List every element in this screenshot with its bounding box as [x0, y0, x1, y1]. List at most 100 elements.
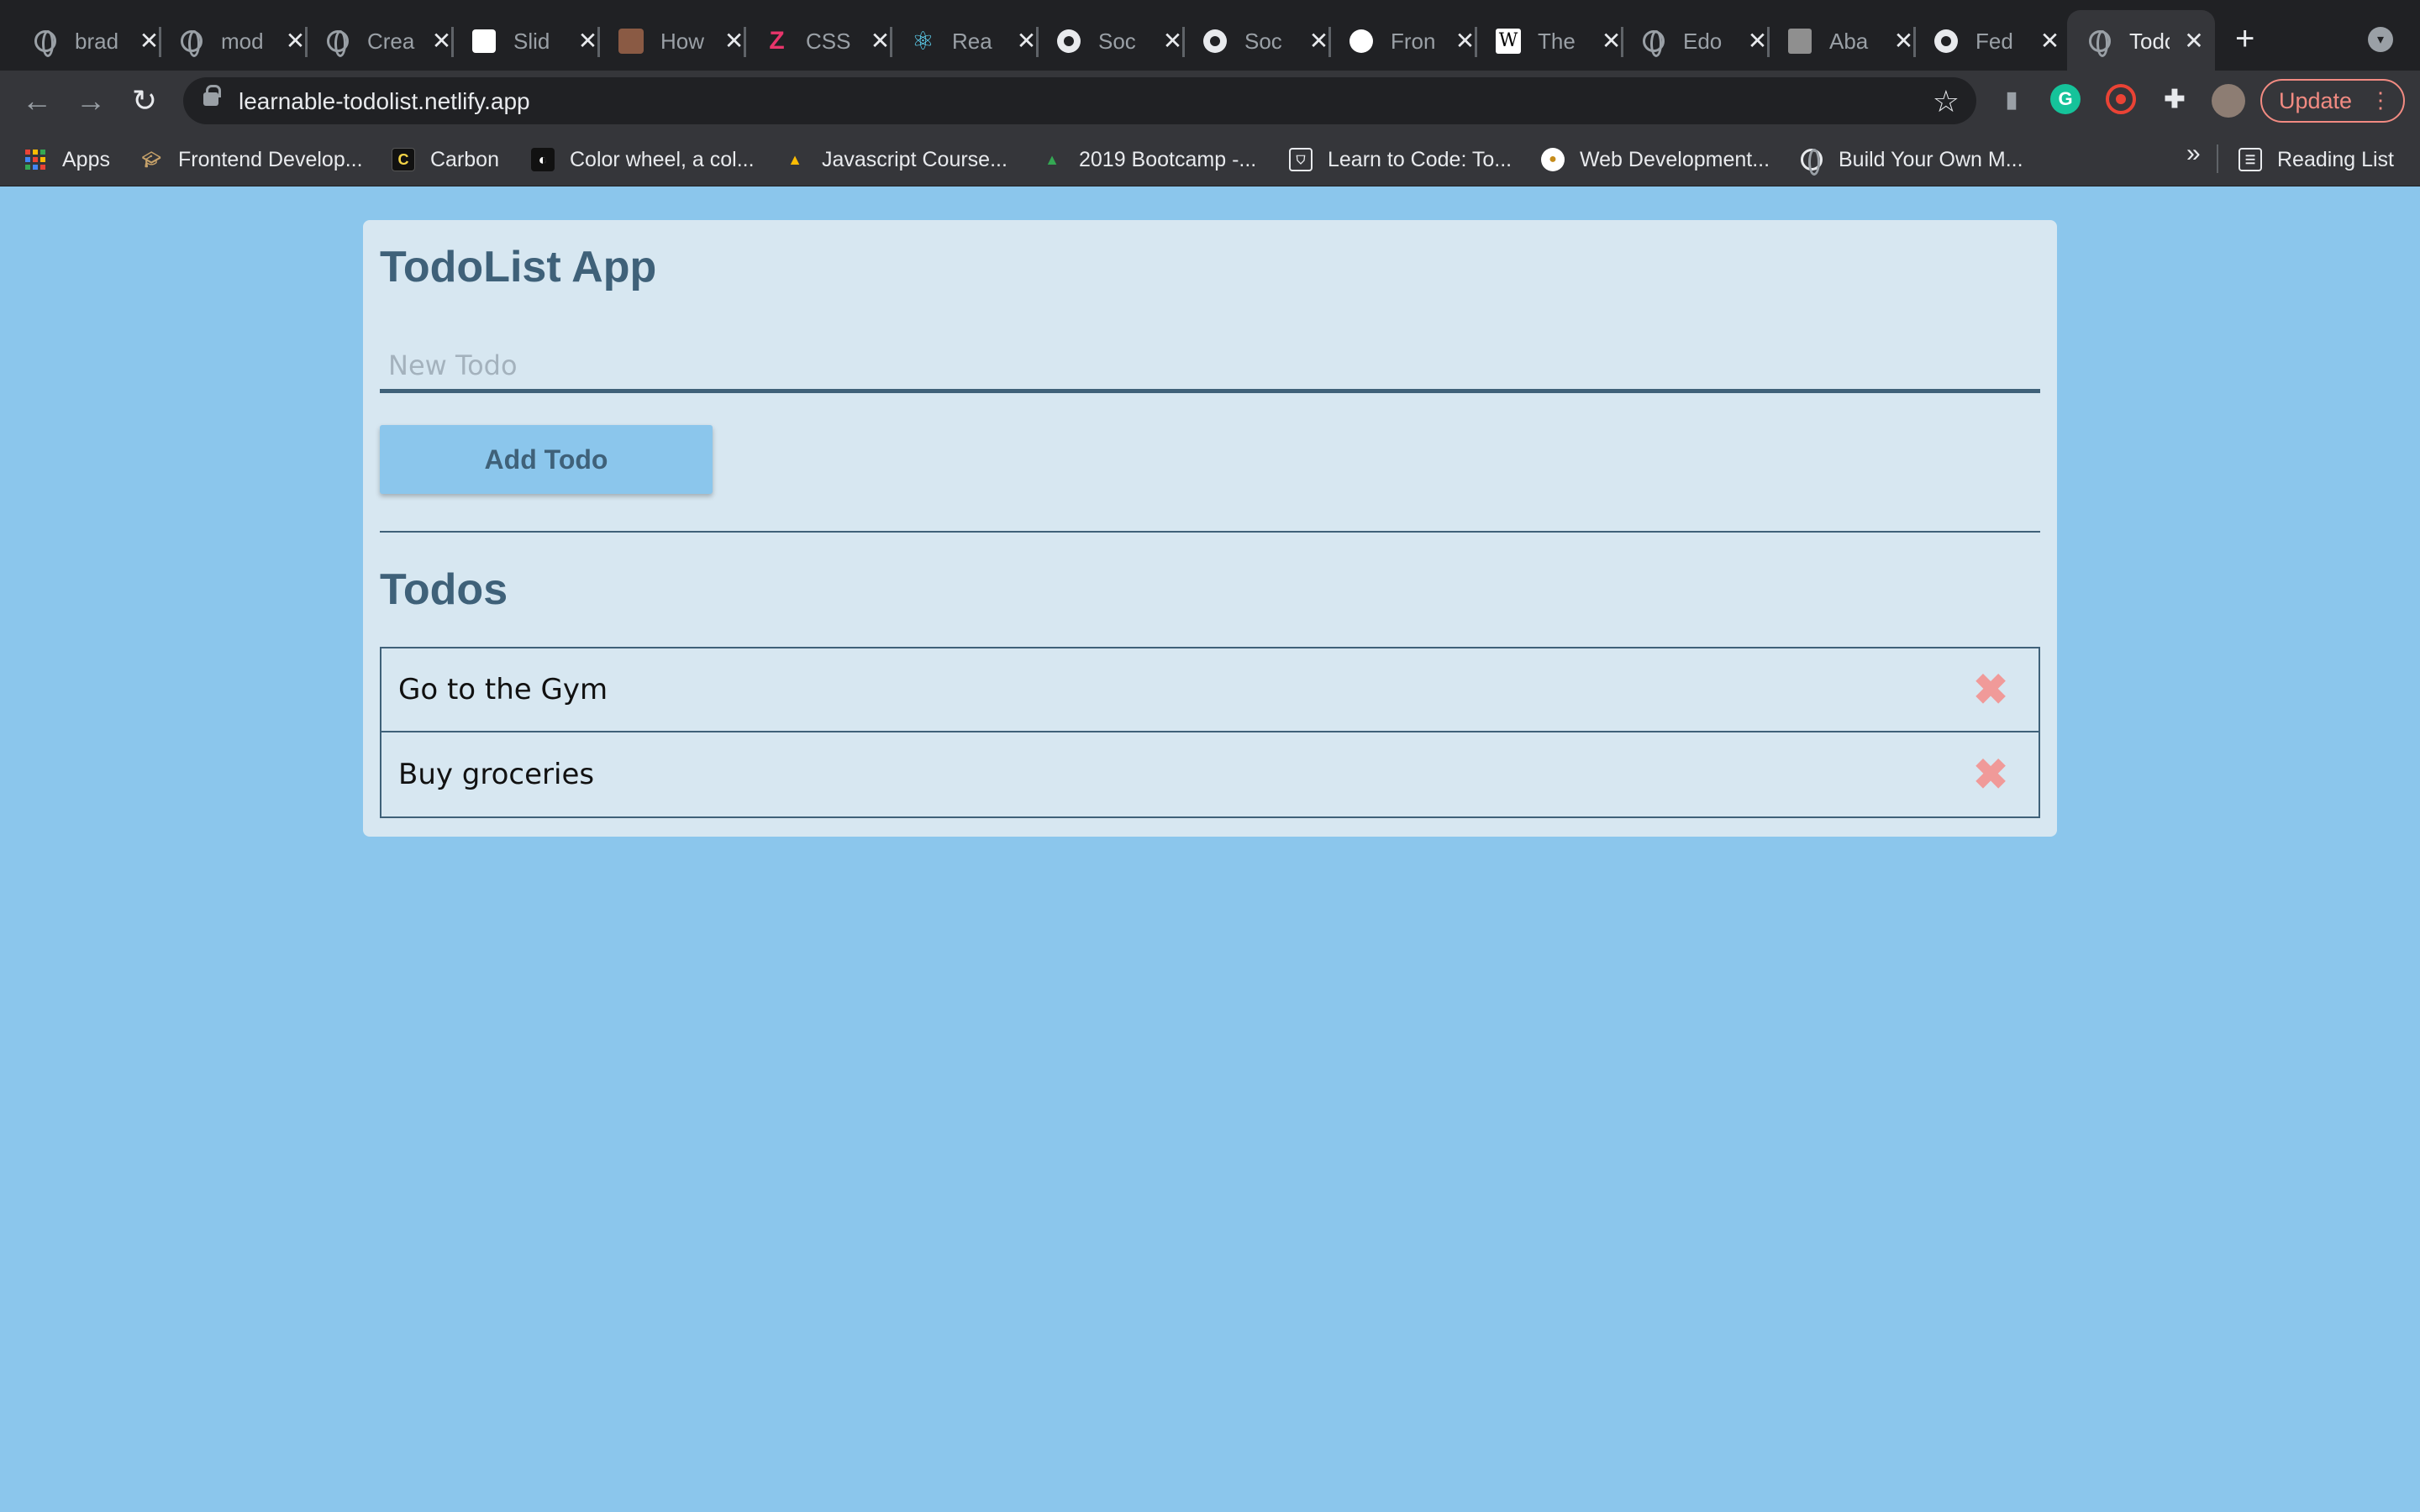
tab-title: Soc — [1097, 28, 1136, 54]
url-text[interactable]: learnable-todolist.netlify.app — [239, 88, 530, 115]
bookmark-item[interactable]: ▲ Javascript Course... — [783, 146, 1007, 173]
bookmark-label: Build Your Own M... — [1839, 147, 2023, 171]
address-bar[interactable]: learnable-todolist.netlify.app ☆ — [183, 77, 1976, 124]
bookmark-item[interactable]: ▲ 2019 Bootcamp -... — [1040, 146, 1256, 173]
tab-title: CSS — [805, 28, 851, 54]
lock-icon — [203, 85, 221, 106]
tab-title: mod — [220, 28, 264, 54]
globe-icon — [34, 29, 58, 57]
tab-title: The — [1538, 28, 1576, 54]
photo-icon — [1788, 29, 1812, 54]
shield-icon: ⛉ — [1289, 148, 1313, 171]
tab-title: Todo — [2129, 28, 2170, 54]
more-menu-icon: ⋮ — [2370, 87, 2391, 113]
back-arrow-icon[interactable]: ← — [20, 84, 54, 118]
tab-strip: brad ✕ mod ✕ Crea ✕ Slid ✕ How ✕ Z CSS ✕… — [0, 0, 2420, 72]
browser-tab[interactable]: brad ✕ — [0, 10, 161, 72]
bookmarks-bar: Apps 🎓︎ Frontend Develop... C Carbon ◐ C… — [0, 131, 2420, 186]
codepen-icon — [472, 29, 497, 54]
todo-text: Buy groceries — [398, 758, 595, 791]
tab-title: How — [660, 28, 705, 54]
browser-tab[interactable]: W The ✕ — [1462, 10, 1623, 72]
tab-title: brad — [74, 28, 119, 54]
bookmark-item[interactable]: ⛉ Learn to Code: To... — [1289, 146, 1512, 173]
reading-list[interactable]: ☰ Reading List — [2238, 146, 2394, 173]
record-icon[interactable] — [2106, 84, 2136, 114]
close-tab-icon[interactable]: ✕ — [2039, 29, 2060, 53]
bookmark-label: Javascript Course... — [822, 147, 1007, 171]
github-icon — [1203, 29, 1228, 54]
bookmark-label: 2019 Bootcamp -... — [1079, 147, 1257, 171]
browser-tab[interactable]: Slid ✕ — [439, 10, 600, 72]
todo-text: Go to the Gym — [398, 673, 608, 706]
browser-tab[interactable]: Soc ✕ — [1170, 10, 1331, 72]
tab-title: Slid — [513, 28, 550, 54]
browser-tab-active[interactable]: Todo ✕ — [2067, 10, 2215, 72]
browser-tab[interactable]: Soc ✕ — [1023, 10, 1185, 72]
browser-tab[interactable]: Aba ✕ — [1754, 10, 1916, 72]
bookmark-item[interactable]: 🎓︎ Frontend Develop... — [139, 146, 363, 173]
bookmark-item[interactable]: C Carbon — [392, 146, 499, 173]
tab-search-icon[interactable]: ▾ — [2368, 27, 2393, 52]
globe-icon — [1642, 29, 1666, 57]
globe-icon — [180, 29, 204, 57]
carbon-icon: C — [392, 148, 415, 171]
bookmarks-overflow-icon[interactable]: » — [2186, 139, 2201, 168]
bookmark-item[interactable]: ◐ Color wheel, a col... — [531, 146, 755, 173]
bookmarks-divider — [2217, 144, 2218, 173]
extension-icon[interactable]: ▮ — [1996, 84, 2027, 114]
bookmark-label: Carbon — [430, 147, 499, 171]
tab-title: Crea — [366, 28, 415, 54]
new-tab-icon[interactable]: + — [2235, 22, 2254, 55]
tab-title: Fed — [1975, 28, 2013, 54]
reload-icon[interactable]: ↻ — [128, 84, 161, 118]
react-icon: ⚛ — [912, 27, 934, 55]
github-icon — [1057, 29, 1081, 54]
browser-tab[interactable]: Crea ✕ — [292, 10, 454, 72]
globe-icon — [326, 29, 350, 57]
tab-title: Aba — [1828, 28, 1869, 54]
delete-x-icon[interactable]: ✖ — [1973, 669, 2008, 711]
bookmark-apps[interactable]: Apps — [25, 146, 110, 173]
google-drive-icon: ▲ — [1044, 150, 1060, 168]
browser-tab[interactable]: How ✕ — [585, 10, 746, 72]
delete-x-icon[interactable]: ✖ — [1973, 753, 2008, 795]
new-todo-input[interactable] — [380, 341, 2040, 393]
wikipedia-icon: W — [1496, 29, 1521, 54]
forward-arrow-icon[interactable]: → — [74, 84, 108, 118]
browser-tab[interactable]: mod ✕ — [146, 10, 308, 72]
section-divider — [380, 531, 2040, 533]
color-wheel-icon: ◐ — [531, 148, 555, 171]
globe-icon — [1800, 148, 1823, 176]
add-todo-button[interactable]: Add Todo — [380, 425, 713, 494]
todo-card: TodoList App Add Todo Todos Go to the Gy… — [363, 220, 2057, 837]
todo-list: Go to the Gym ✖ Buy groceries ✖ — [380, 647, 2040, 818]
grammarly-icon[interactable]: G — [2050, 84, 2081, 114]
avatar-icon — [618, 29, 644, 54]
todos-heading: Todos — [380, 565, 508, 614]
puzzle-extensions-icon[interactable]: ✚ — [2160, 84, 2190, 114]
reading-list-icon: ☰ — [2238, 148, 2262, 171]
browser-tab[interactable]: Z CSS ✕ — [731, 10, 892, 72]
bookmark-item[interactable]: ● Web Development... — [1541, 146, 1770, 173]
tab-title: Soc — [1244, 28, 1282, 54]
profile-avatar[interactable] — [2212, 84, 2245, 118]
todo-item: Go to the Gym ✖ — [380, 647, 2040, 732]
update-label: Update — [2279, 87, 2353, 113]
bookmark-star-icon[interactable]: ☆ — [1933, 84, 1960, 119]
apps-grid-icon — [25, 150, 45, 170]
browser-tab[interactable]: ⚛ Rea ✕ — [877, 10, 1039, 72]
bookmark-label: Learn to Code: To... — [1328, 147, 1512, 171]
bookmark-item[interactable]: Build Your Own M... — [1800, 146, 2023, 176]
reading-list-label: Reading List — [2277, 147, 2394, 171]
browser-tab[interactable]: Edo ✕ — [1608, 10, 1770, 72]
browser-tab[interactable]: Fron ✕ — [1316, 10, 1477, 72]
bookmark-label: Web Development... — [1580, 147, 1770, 171]
update-button[interactable]: Update ⋮ — [2260, 79, 2405, 123]
google-drive-icon: ▲ — [787, 150, 802, 168]
tab-title: Fron — [1390, 28, 1436, 54]
browser-tab[interactable]: Fed ✕ — [1901, 10, 2060, 72]
bookmark-label: Color wheel, a col... — [570, 147, 755, 171]
github-icon — [1934, 29, 1959, 54]
close-tab-icon[interactable]: ✕ — [2183, 29, 2205, 53]
